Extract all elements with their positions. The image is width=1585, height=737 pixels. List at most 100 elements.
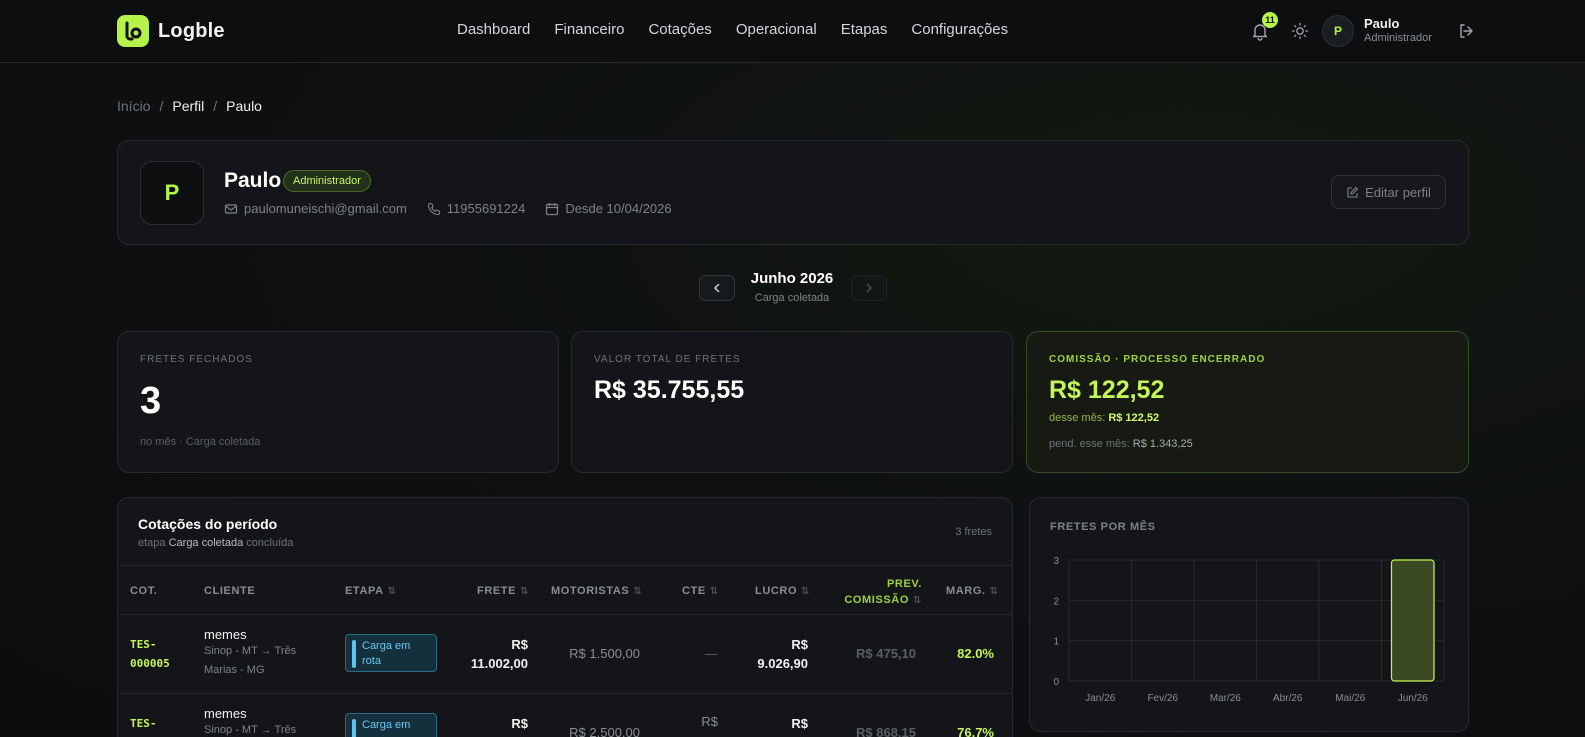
edit-profile-button[interactable]: Editar perfil bbox=[1331, 175, 1446, 209]
logo-icon bbox=[117, 15, 149, 47]
cte-value: R$ bbox=[701, 714, 718, 729]
col-lucro[interactable]: LUCRO ⇅ bbox=[755, 585, 810, 597]
logout-icon[interactable] bbox=[1457, 22, 1475, 40]
x-tick-label: Fev/26 bbox=[1147, 693, 1178, 704]
stat-fretes-fechados: FRETES FECHADOS 3 no mês · Carga coletad… bbox=[117, 331, 559, 473]
profile-since: Desde 10/04/2026 bbox=[565, 201, 672, 216]
breadcrumb-current: Paulo bbox=[226, 98, 262, 114]
table-subtitle: etapa Carga coletada concluída bbox=[138, 537, 293, 549]
profile-email: paulomuneischi@gmail.com bbox=[244, 201, 407, 216]
cot-code-part: TES- bbox=[130, 717, 157, 730]
frete-value: R$ 11.002,00 bbox=[448, 635, 528, 673]
cotacoes-table-card: Cotações do período etapa Carga coletada… bbox=[117, 497, 1013, 737]
lucro-currency: R$ bbox=[791, 716, 808, 731]
cliente-route: Marias - MG bbox=[204, 664, 265, 676]
stat-value: R$ 122,52 bbox=[1049, 376, 1165, 404]
sun-icon[interactable] bbox=[1291, 22, 1309, 40]
col-cliente: CLIENTE bbox=[204, 585, 256, 597]
nav-dashboard[interactable]: Dashboard bbox=[457, 21, 530, 38]
margem-value: 82.0% bbox=[957, 646, 994, 661]
col-motoristas-label: MOTORISTAS bbox=[551, 585, 630, 597]
cot-code[interactable]: TES- 000005 bbox=[130, 635, 170, 673]
sort-icon: ⇅ bbox=[387, 586, 397, 597]
calendar-icon bbox=[546, 202, 559, 215]
stat-label: COMISSÃO · PROCESSO ENCERRADO bbox=[1049, 354, 1266, 365]
subtitle-suffix: concluída bbox=[246, 537, 294, 549]
cot-code-part: 000005 bbox=[130, 657, 170, 670]
breadcrumb-inicio[interactable]: Início bbox=[117, 98, 150, 114]
cot-code-part: TES- bbox=[130, 638, 157, 651]
y-tick-label: 2 bbox=[1053, 596, 1059, 607]
etapa-label: Carga em bbox=[362, 640, 411, 652]
col-cot: COT. bbox=[130, 585, 158, 597]
etapa-label: rota bbox=[362, 655, 381, 667]
etapa-chip[interactable]: Carga em bbox=[345, 713, 437, 737]
next-month-button[interactable] bbox=[851, 275, 887, 301]
lucro-value: R$ 9.026,90 bbox=[728, 635, 808, 673]
notification-badge: 11 bbox=[1262, 12, 1278, 28]
comissao-value: R$ 475,10 bbox=[856, 646, 916, 661]
breadcrumb-separator: / bbox=[213, 98, 218, 114]
etapa-chip[interactable]: Carga em rota bbox=[345, 634, 437, 672]
col-lucro-label: LUCRO bbox=[755, 585, 798, 597]
margem-value: 76.7% bbox=[957, 725, 994, 737]
comissao-pend-value: R$ 1.343,25 bbox=[1132, 438, 1193, 450]
col-etapa[interactable]: ETAPA ⇅ bbox=[345, 585, 397, 597]
col-marg[interactable]: MARG. ⇅ bbox=[946, 585, 999, 597]
etapa-label: Carga em bbox=[362, 719, 411, 731]
sort-icon: ⇅ bbox=[913, 595, 922, 606]
nav-operacional[interactable]: Operacional bbox=[736, 21, 817, 38]
period-title: Junho 2026 bbox=[750, 270, 834, 287]
cliente-route: Sinop - MT → Três bbox=[204, 645, 297, 657]
col-motoristas[interactable]: MOTORISTAS ⇅ bbox=[551, 585, 642, 597]
top-navbar: Logble Dashboard Financeiro Cotações Ope… bbox=[0, 0, 1585, 63]
chevron-right-icon bbox=[866, 283, 873, 293]
sort-icon: ⇅ bbox=[633, 586, 643, 597]
prev-month-button[interactable] bbox=[699, 275, 735, 301]
nav-cotacoes[interactable]: Cotações bbox=[648, 21, 711, 38]
lucro-amount: 9.026,90 bbox=[757, 656, 808, 671]
edit-icon bbox=[1347, 186, 1359, 198]
cliente-route: Sinop - MT → Três bbox=[204, 724, 297, 736]
x-tick-label: Abr/26 bbox=[1273, 693, 1303, 704]
comissao-value: R$ 868,15 bbox=[856, 725, 916, 737]
x-tick-label: Mai/26 bbox=[1335, 693, 1365, 704]
phone-icon bbox=[427, 202, 440, 215]
stat-valor-total: VALOR TOTAL DE FRETES R$ 35.755,55 bbox=[571, 331, 1013, 473]
nav-configuracoes[interactable]: Configurações bbox=[911, 21, 1008, 38]
profile-avatar: P bbox=[140, 161, 204, 225]
breadcrumb-perfil[interactable]: Perfil bbox=[172, 98, 204, 114]
stat-foot: no mês · Carga coletada bbox=[140, 436, 261, 448]
nav-etapas[interactable]: Etapas bbox=[841, 21, 888, 38]
x-tick-label: Mar/26 bbox=[1210, 693, 1242, 704]
lucro-currency: R$ bbox=[791, 637, 808, 652]
sort-icon: ⇅ bbox=[520, 586, 530, 597]
role-badge: Administrador bbox=[283, 170, 371, 192]
fretes-por-mes-card: FRETES POR MÊS 0 1 2 3 Jan/26 Fev/26 Mar/26 Abr… bbox=[1029, 497, 1469, 732]
col-frete[interactable]: FRETE ⇅ bbox=[477, 585, 529, 597]
nav-financeiro[interactable]: Financeiro bbox=[554, 21, 624, 38]
table-title: Cotações do período bbox=[138, 516, 278, 532]
stat-label: VALOR TOTAL DE FRETES bbox=[594, 354, 741, 365]
comissao-mes-label: desse mês: bbox=[1049, 412, 1106, 424]
chevron-left-icon bbox=[713, 283, 720, 293]
cliente-cell: memes Sinop - MT → Três Marias - MG bbox=[204, 627, 296, 680]
cot-code[interactable]: TES- bbox=[130, 714, 157, 733]
sort-icon: ⇅ bbox=[709, 586, 719, 597]
motoristas-value: R$ 2.500,00 bbox=[569, 725, 640, 737]
table-row[interactable]: TES- 000005 memes Sinop - MT → Três Mari… bbox=[118, 615, 1012, 694]
col-prev-comissao[interactable]: PREV. COMISSÃO ⇅ bbox=[830, 576, 922, 609]
profile-name: Paulo bbox=[224, 169, 282, 192]
fretes-por-mes-chart: 0 1 2 3 Jan/26 Fev/26 Mar/26 Abr/26 Mai/26 Jun/26 bbox=[1053, 556, 1445, 704]
frete-amount: 11.002,00 bbox=[470, 656, 528, 671]
app-logo[interactable]: Logble bbox=[117, 15, 225, 47]
comissao-pendente: pend. esse mês: R$ 1.343,25 bbox=[1049, 438, 1193, 450]
y-tick-label: 0 bbox=[1053, 677, 1059, 688]
table-header: COT. CLIENTE ETAPA ⇅ FRETE ⇅ MOTORISTAS ⇅ C… bbox=[118, 565, 1012, 615]
user-avatar[interactable]: P bbox=[1322, 15, 1354, 47]
stat-label: FRETES FECHADOS bbox=[140, 354, 253, 365]
col-cte[interactable]: CTE ⇅ bbox=[682, 585, 719, 597]
cliente-name: memes bbox=[204, 627, 247, 642]
table-row[interactable]: TES- memes Sinop - MT → Três Carga em R$… bbox=[118, 694, 1012, 737]
col-cte-label: CTE bbox=[682, 585, 706, 597]
